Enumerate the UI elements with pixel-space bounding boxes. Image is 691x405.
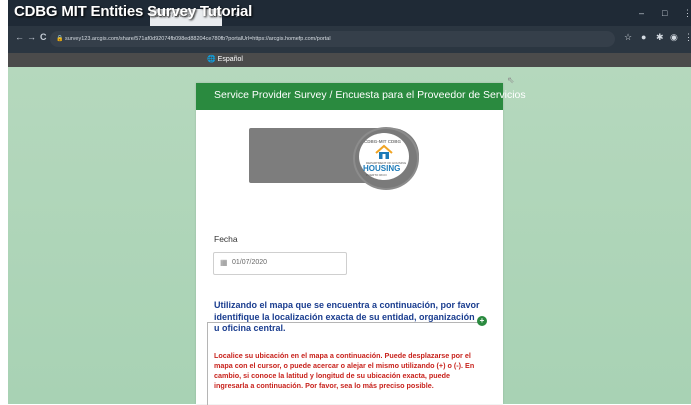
video-title: CDBG MIT Entities Survey Tutorial bbox=[14, 3, 253, 20]
map-question: Utilizando el mapa que se encuentra a co… bbox=[214, 300, 480, 333]
language-toggle[interactable]: 🌐 Español bbox=[207, 55, 243, 63]
url-text: survey123.arcgis.com/share/571af0d92074f… bbox=[65, 36, 331, 42]
bookmark-star-icon[interactable]: ☆ bbox=[624, 32, 632, 43]
maximize-icon[interactable]: □ bbox=[662, 8, 667, 18]
minimize-icon[interactable]: – bbox=[639, 8, 644, 18]
mouse-cursor-icon: ⇖ bbox=[507, 75, 515, 85]
map-hint: Localice su ubicación en el mapa a conti… bbox=[214, 351, 475, 390]
browser-menu-icon[interactable]: ⋮ bbox=[684, 32, 691, 43]
extension-icon[interactable]: ● bbox=[641, 32, 646, 42]
language-bar bbox=[8, 53, 691, 67]
globe-icon: 🌐 bbox=[207, 56, 216, 63]
house-icon bbox=[375, 144, 393, 159]
more-icon[interactable]: ⋮ bbox=[683, 8, 691, 19]
logo-tag-text: PUERTO RICO bbox=[366, 173, 387, 177]
language-label: Español bbox=[217, 56, 243, 63]
fecha-label: Fecha bbox=[214, 234, 238, 244]
date-value: 01/07/2020 bbox=[232, 259, 268, 266]
avatar[interactable]: ◉ bbox=[670, 32, 678, 43]
puzzle-icon[interactable]: ✱ bbox=[656, 32, 664, 43]
lock-icon: 🔒 bbox=[56, 36, 64, 42]
back-icon[interactable]: ← bbox=[15, 32, 24, 42]
calendar-icon[interactable]: ▦ bbox=[220, 258, 228, 267]
survey-title: Service Provider Survey / Encuesta para … bbox=[214, 89, 526, 101]
logo-main-text: HOUSING bbox=[363, 164, 401, 173]
reload-icon[interactable]: C bbox=[40, 32, 47, 42]
forward-icon[interactable]: → bbox=[27, 32, 36, 42]
